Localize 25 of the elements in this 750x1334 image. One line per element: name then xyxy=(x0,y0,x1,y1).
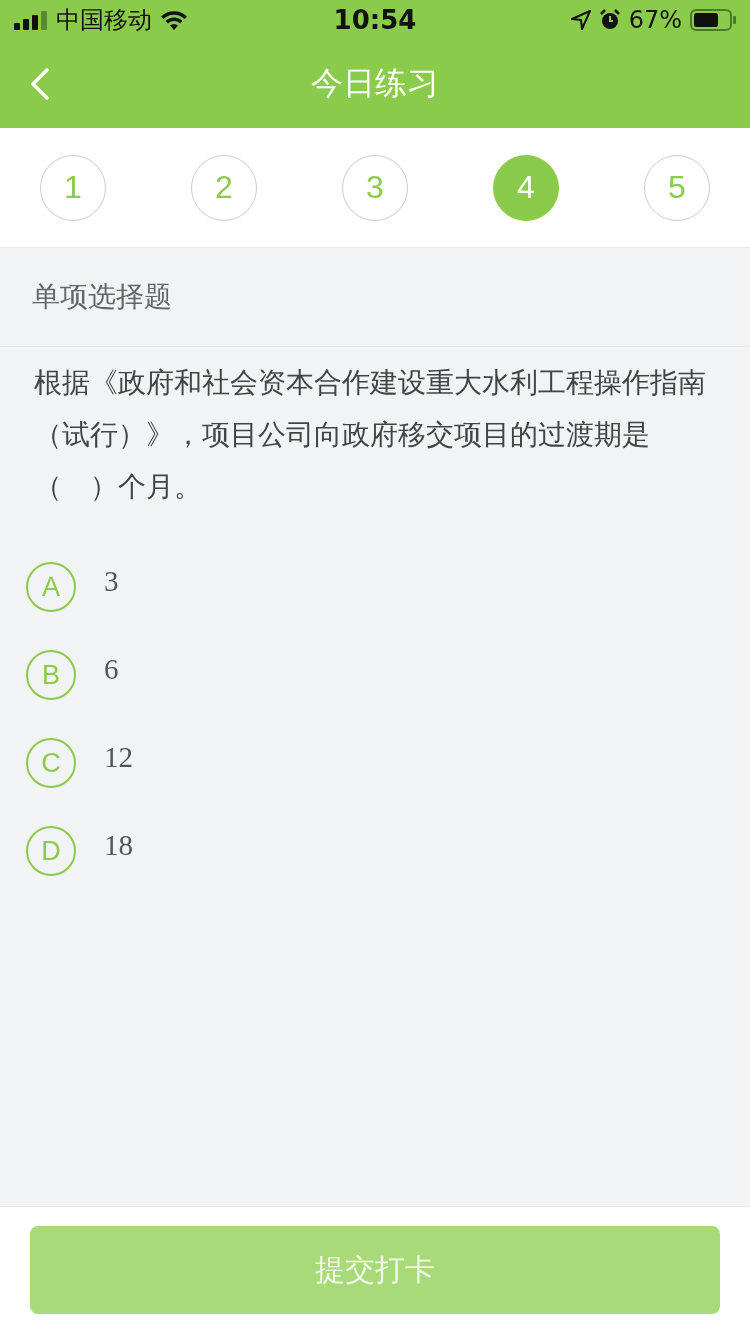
alarm-clock-icon xyxy=(598,9,621,31)
question-number-button[interactable]: 4 xyxy=(493,154,559,221)
question-number-button[interactable]: 3 xyxy=(342,154,408,221)
back-icon[interactable] xyxy=(30,68,50,100)
question-text: 根据《政府和社会资本合作建设重大水利工程操作指南（试行）》，项目公司向政府移交项目的过渡期是（ ）个月。 xyxy=(34,365,707,505)
signal-icon xyxy=(14,10,48,30)
option-letter-button[interactable]: C xyxy=(26,738,76,788)
question-number-button[interactable]: 5 xyxy=(644,154,710,221)
page-title: 今日练习 xyxy=(311,63,439,104)
clock-time: 10:54 xyxy=(333,5,417,35)
option-text[interactable]: 6 xyxy=(104,652,119,686)
option-text[interactable]: 12 xyxy=(104,740,133,774)
option-letter-button[interactable]: A xyxy=(26,562,76,612)
option-text[interactable]: 18 xyxy=(104,828,133,862)
battery-icon xyxy=(690,9,736,31)
question-number-button[interactable]: 1 xyxy=(40,154,106,221)
carrier-name: 中国移动 xyxy=(56,5,152,36)
wifi-icon xyxy=(160,10,188,30)
option-letter-button[interactable]: D xyxy=(26,826,76,876)
location-arrow-icon xyxy=(570,10,591,30)
option-letter-button[interactable]: B xyxy=(26,650,76,700)
battery-percent: 67% xyxy=(628,6,682,34)
question-type-label: 单项选择题 xyxy=(32,279,172,315)
question-number-button[interactable]: 2 xyxy=(191,154,257,221)
option-text[interactable]: 3 xyxy=(104,564,119,598)
